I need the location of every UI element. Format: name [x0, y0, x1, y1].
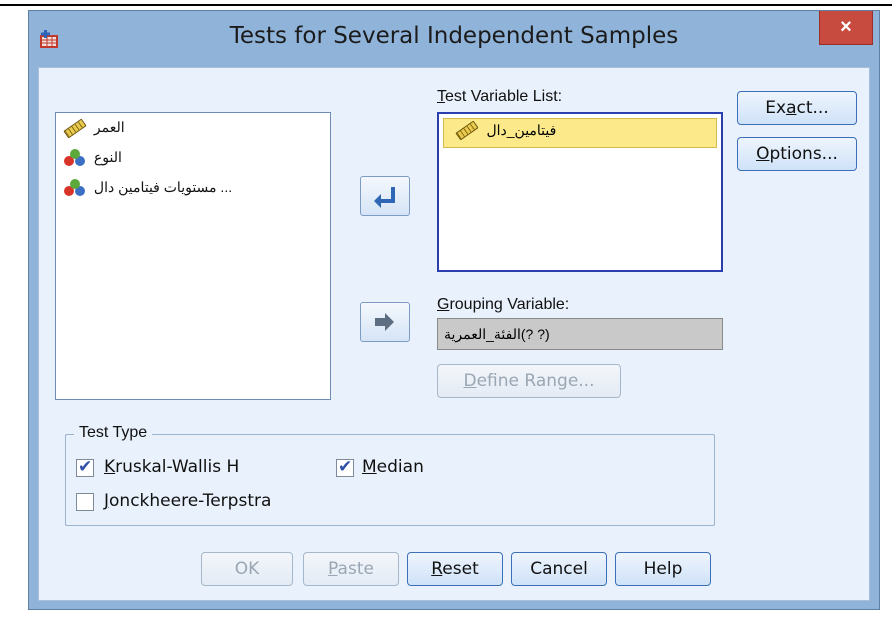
- scale-ruler-icon: [63, 118, 87, 139]
- test-type-legend: Test Type: [74, 424, 153, 442]
- source-variable-list[interactable]: العمر النوع مستويات فيتامين دال ...: [55, 112, 331, 400]
- test-type-group: Test Type ✔ Kruskal-Wallis H ✔ Median Jo…: [65, 424, 715, 526]
- cancel-button[interactable]: Cancel: [511, 552, 607, 586]
- list-item-selected[interactable]: فيتامين_دال: [443, 118, 717, 148]
- test-variable-list-label: Test Variable List:: [437, 88, 563, 105]
- list-item-label: النوع: [93, 149, 122, 165]
- close-button[interactable]: ×: [819, 11, 873, 45]
- arrow-left-return-icon: [374, 187, 395, 208]
- checkmark-icon: ✔: [78, 457, 93, 476]
- ok-button[interactable]: OK: [201, 552, 293, 586]
- test-variable-list[interactable]: فيتامين_دال: [437, 112, 723, 272]
- list-item-label: العمر: [93, 119, 125, 135]
- arrow-right-icon: [375, 313, 394, 331]
- jonckheere-terpstra-checkbox[interactable]: [76, 493, 94, 511]
- list-item-label: مستويات فيتامين دال ...: [93, 179, 233, 195]
- scale-ruler-icon: [455, 120, 479, 141]
- median-label: Median: [362, 457, 424, 477]
- grouping-variable-field[interactable]: الفئة_العمرية(? ?): [437, 318, 723, 350]
- jonckheere-terpstra-label: Jonckheere-Terpstra: [104, 491, 272, 511]
- list-item-label: فيتامين_دال: [486, 122, 557, 138]
- window-title: Tests for Several Independent Samples: [229, 23, 679, 49]
- grouping-variable-label: Grouping Variable:: [437, 296, 570, 313]
- paste-button[interactable]: Paste: [303, 552, 399, 586]
- checkmark-icon: ✔: [338, 457, 353, 476]
- move-to-grouping-button[interactable]: [360, 302, 410, 342]
- dialog-window: Tests for Several Independent Samples × …: [28, 10, 880, 610]
- list-item[interactable]: النوع: [64, 149, 122, 173]
- kruskal-wallis-checkbox[interactable]: ✔: [76, 457, 94, 477]
- list-item: فيتامين_دال: [455, 120, 557, 141]
- median-checkbox[interactable]: ✔: [336, 457, 354, 477]
- define-range-button[interactable]: Define Range...: [437, 364, 621, 398]
- move-to-test-list-button[interactable]: [360, 176, 410, 216]
- exact-button[interactable]: Exact...: [737, 91, 857, 125]
- list-item[interactable]: العمر: [63, 118, 125, 143]
- list-item[interactable]: مستويات فيتامين دال ...: [64, 179, 232, 203]
- title-bar[interactable]: Tests for Several Independent Samples ×: [29, 11, 879, 67]
- nominal-balls-icon: [64, 179, 86, 197]
- close-icon: ×: [840, 16, 852, 38]
- kruskal-wallis-label: Kruskal-Wallis H: [104, 457, 240, 477]
- help-button[interactable]: Help: [615, 552, 711, 586]
- options-button[interactable]: Options...: [737, 137, 857, 171]
- reset-button[interactable]: Reset: [407, 552, 503, 586]
- top-border-line: [0, 4, 892, 6]
- nominal-balls-icon: [64, 149, 86, 167]
- dialog-client-area: العمر النوع مستويات فيتامين دال ... Test…: [38, 67, 870, 601]
